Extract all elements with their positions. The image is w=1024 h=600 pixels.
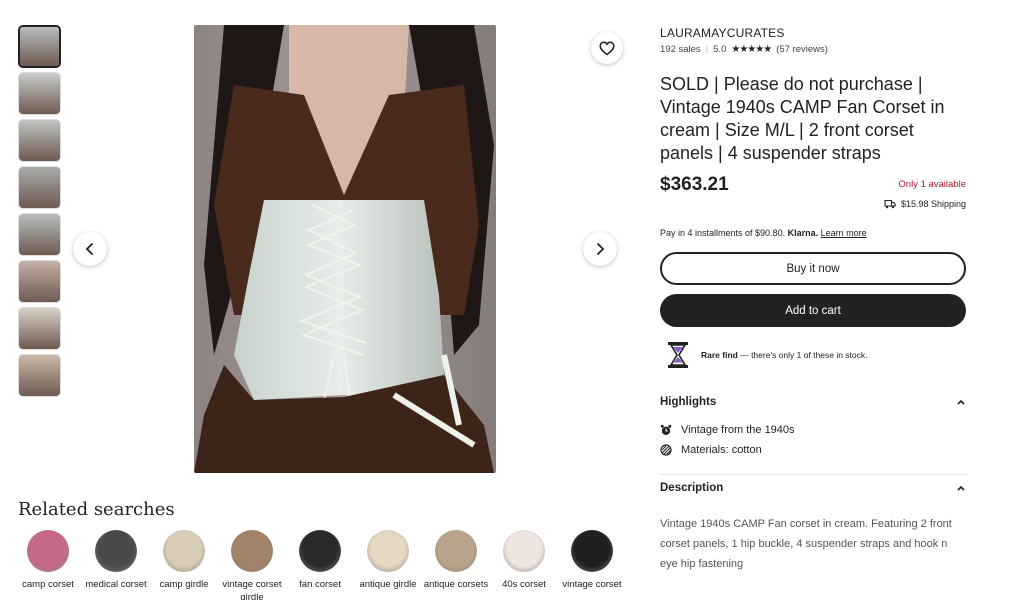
rare-find-label: Rare find <box>701 350 738 360</box>
related-search-image <box>571 530 613 572</box>
divider: | <box>705 44 709 55</box>
highlight-item: Materials: cotton <box>660 444 966 456</box>
related-search-label: camp corset <box>22 579 74 590</box>
shipping-price: $15.98 Shipping <box>900 199 966 209</box>
add-to-cart-button[interactable]: Add to cart <box>660 294 966 327</box>
highlight-item: Vintage from the 1940s <box>660 424 966 436</box>
thumbnail-strip <box>18 25 61 401</box>
related-search-image <box>503 530 545 572</box>
thumbnail-image <box>20 27 59 66</box>
thumbnail-image <box>19 214 60 255</box>
materials-icon <box>660 444 672 456</box>
related-search-image <box>367 530 409 572</box>
highlight-text: Materials: cotton <box>681 444 762 456</box>
thumbnail-5[interactable] <box>18 213 61 256</box>
related-search-label: fan corset <box>299 579 341 590</box>
related-searches-list: camp corset medical corset camp girdle vint… <box>14 530 626 600</box>
highlights-header[interactable]: Highlights <box>660 396 966 408</box>
alarm-clock-icon <box>660 424 672 435</box>
related-search-item[interactable]: 40s corset <box>490 530 558 600</box>
installments-text: Pay in 4 installments of $90.80. <box>660 228 786 238</box>
thumbnail-image <box>19 355 60 396</box>
listing-panel: LAURAMAYCURATES 192 sales | 5.0 ★★★★★ (5… <box>660 26 966 369</box>
next-image-button[interactable] <box>583 232 617 266</box>
related-search-label: vintage corset girdle <box>222 579 282 600</box>
related-search-label: vintage corset <box>562 579 622 590</box>
highlights-section: Highlights Vintage from the 1940s Materi… <box>660 396 966 456</box>
thumbnail-3[interactable] <box>18 119 61 162</box>
rating-value: 5.0 <box>713 44 727 55</box>
related-search-item[interactable]: medical corset <box>82 530 150 600</box>
previous-image-button[interactable] <box>73 232 107 266</box>
related-search-item[interactable]: antique girdle <box>354 530 422 600</box>
description-text: Vintage 1940s CAMP Fan corset in cream. … <box>660 518 952 570</box>
reviews-link[interactable]: (57 reviews) <box>776 44 828 55</box>
availability-text: Only 1 available <box>898 179 966 190</box>
price: $363.21 <box>660 174 729 195</box>
chevron-right-icon <box>597 243 605 255</box>
learn-more-link[interactable]: Learn more <box>821 228 867 238</box>
thumbnail-1[interactable] <box>18 25 61 68</box>
hourglass-icon <box>668 342 688 368</box>
related-search-image <box>163 530 205 572</box>
star-rating-icon: ★★★★★ <box>731 44 772 55</box>
related-search-label: camp girdle <box>159 579 209 590</box>
related-search-label: medical corset <box>85 579 147 590</box>
related-search-item[interactable]: camp corset <box>14 530 82 600</box>
rare-find-text: — there's only 1 of these in stock. <box>737 350 868 360</box>
chevron-left-icon <box>85 243 93 255</box>
related-search-item[interactable]: fan corset <box>286 530 354 600</box>
related-search-image <box>435 530 477 572</box>
heart-icon <box>599 41 615 55</box>
installments-info: Pay in 4 installments of $90.80. Klarna.… <box>660 228 966 238</box>
thumbnail-image <box>19 120 60 161</box>
truck-icon <box>884 199 896 209</box>
price-row: $363.21 Only 1 available <box>660 174 966 196</box>
related-search-item[interactable]: antique corsets <box>422 530 490 600</box>
chevron-up-icon <box>957 399 965 405</box>
thumbnail-image <box>19 308 60 349</box>
related-search-item[interactable]: vintage corset girdle <box>218 530 286 600</box>
shop-name-link[interactable]: LAURAMAYCURATES <box>660 26 966 40</box>
related-search-item[interactable]: camp girdle <box>150 530 218 600</box>
related-searches-title: Related searches <box>18 499 175 520</box>
thumbnail-4[interactable] <box>18 166 61 209</box>
description-title: Description <box>660 482 724 494</box>
description-header[interactable]: Description <box>660 482 966 494</box>
related-search-label: antique corsets <box>423 579 489 590</box>
thumbnail-7[interactable] <box>18 307 61 350</box>
chevron-up-icon <box>957 485 965 491</box>
related-search-image <box>27 530 69 572</box>
main-product-image[interactable] <box>194 25 496 473</box>
thumbnail-6[interactable] <box>18 260 61 303</box>
related-search-image <box>231 530 273 572</box>
related-search-image <box>299 530 341 572</box>
thumbnail-image <box>19 73 60 114</box>
thumbnail-8[interactable] <box>18 354 61 397</box>
highlight-text: Vintage from the 1940s <box>681 424 795 436</box>
thumbnail-image <box>19 261 60 302</box>
shop-meta: 192 sales | 5.0 ★★★★★ (57 reviews) <box>660 44 966 55</box>
related-search-label: antique girdle <box>359 579 417 590</box>
klarna-logo: Klarna. <box>787 228 819 238</box>
sales-count: 192 sales <box>660 44 701 55</box>
related-search-item[interactable]: vintage corset <box>558 530 626 600</box>
section-divider <box>660 474 966 475</box>
favorite-button[interactable] <box>591 32 623 64</box>
related-search-label: 40s corset <box>502 579 546 590</box>
highlights-title: Highlights <box>660 396 717 408</box>
listing-title: SOLD | Please do not purchase | Vintage … <box>660 74 945 163</box>
shipping-row: $15.98 Shipping <box>660 199 966 209</box>
related-search-image <box>95 530 137 572</box>
buy-it-now-button[interactable]: Buy it now <box>660 252 966 285</box>
thumbnail-2[interactable] <box>18 72 61 115</box>
rare-find-notice: Rare find — there's only 1 of these in s… <box>660 341 966 369</box>
thumbnail-image <box>19 167 60 208</box>
description-section: Description Vintage 1940s CAMP Fan corse… <box>660 474 966 574</box>
